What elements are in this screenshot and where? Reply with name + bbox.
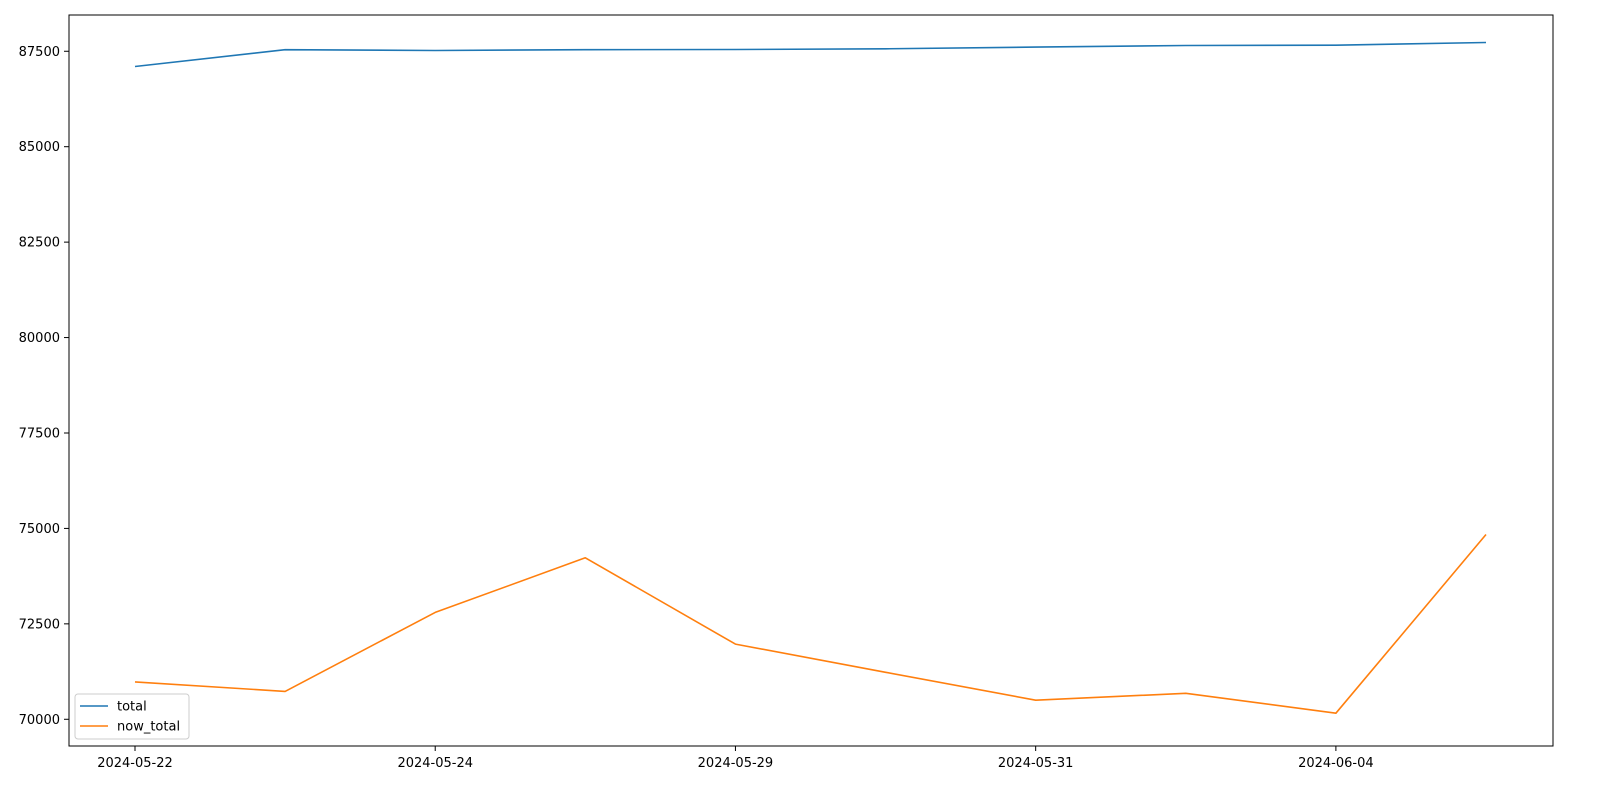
x-tick-label: 2024-05-24 — [397, 756, 473, 771]
x-tick-label: 2024-05-31 — [998, 756, 1074, 771]
x-tick-label: 2024-05-29 — [698, 756, 774, 771]
legend-label: total — [117, 700, 147, 715]
y-tick-label: 85000 — [19, 140, 60, 155]
y-tick-label: 72500 — [19, 617, 60, 632]
legend-label: now_total — [117, 720, 180, 735]
line-chart: 70000 72500 75000 77500 80000 82500 85000 87500… — [19, 14, 1554, 771]
series-line-now-total — [134, 533, 1487, 715]
y-tick-label: 70000 — [19, 713, 60, 728]
y-tick-label: 82500 — [19, 236, 60, 251]
series-lines — [134, 41, 1487, 715]
y-tick-label: 87500 — [19, 45, 60, 60]
y-axis: 70000 72500 75000 77500 80000 82500 85000 87500 — [19, 45, 69, 728]
series-line-total — [134, 41, 1487, 68]
y-tick-label: 75000 — [19, 522, 60, 537]
x-tick-label: 2024-05-22 — [97, 756, 173, 771]
x-tick-label: 2024-06-04 — [1298, 756, 1374, 771]
x-axis: 2024-05-22 2024-05-24 2024-05-29 2024-05-31… — [97, 746, 1374, 771]
y-tick-label: 77500 — [19, 426, 60, 441]
legend: total now_total — [74, 693, 190, 740]
plot-frame — [68, 14, 1554, 747]
y-tick-label: 80000 — [19, 331, 60, 346]
